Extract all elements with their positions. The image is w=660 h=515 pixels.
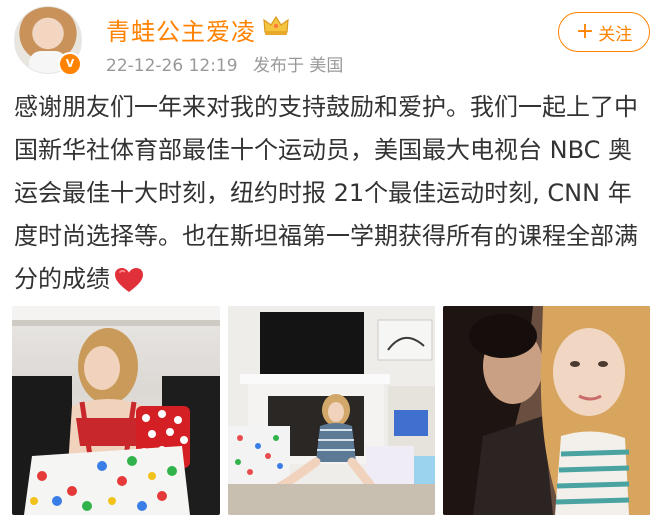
- verified-badge-icon: V: [58, 52, 82, 76]
- photo-kiss-selfie[interactable]: [443, 306, 650, 515]
- plus-icon: +: [575, 19, 595, 44]
- author-name[interactable]: 青蛙公主爱凌: [106, 12, 256, 47]
- follow-button[interactable]: + 关注: [558, 12, 650, 52]
- photo-handbag-gift[interactable]: [12, 306, 220, 515]
- heart-emoji-icon: [115, 268, 143, 292]
- post-timestamp[interactable]: 22-12-26 12:19: [106, 56, 238, 76]
- crown-icon: [263, 15, 289, 35]
- post-meta: 22-12-26 12:19 发布于 美国: [106, 51, 353, 76]
- post-content: 感谢朋友们一年来对我的支持鼓励和爱护。我们一起上了中国新华社体育部最佳十个运动员…: [14, 86, 650, 301]
- follow-label: 关注: [598, 24, 633, 45]
- post-location: 发布于 美国: [252, 56, 344, 76]
- post-text: 感谢朋友们一年来对我的支持鼓励和爱护。我们一起上了中国新华社体育部最佳十个运动员…: [14, 93, 638, 293]
- photo-living-room[interactable]: [228, 306, 435, 515]
